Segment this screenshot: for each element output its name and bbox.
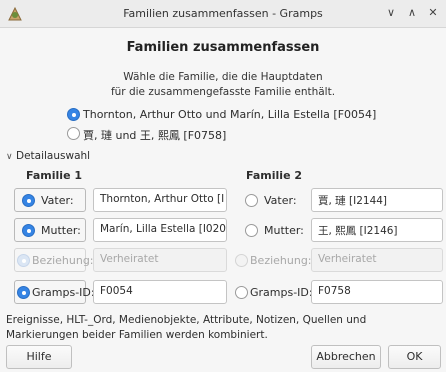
mother-1-label: Mutter:	[41, 224, 81, 237]
gramps-id-2-radio[interactable]	[235, 286, 248, 299]
gramps-id-2-label: Gramps-ID:	[250, 286, 313, 299]
close-icon[interactable]: ✕	[425, 5, 441, 21]
window-title: Familien zusammenfassen - Gramps	[123, 7, 323, 20]
title-bar[interactable]: Familien zusammenfassen - Gramps ∨ ∧ ✕	[0, 0, 446, 28]
maximize-icon[interactable]: ∧	[404, 5, 420, 21]
father-2-radio[interactable]	[245, 194, 258, 207]
dialog-heading: Familien zusammenfassen	[126, 40, 320, 55]
relation-1-radio	[17, 254, 30, 267]
relation-2-toggle: Beziehung:	[234, 248, 312, 272]
mother-1-field[interactable]: Marín, Lilla Estella [I0202	[93, 218, 227, 242]
mother-1-toggle[interactable]: Mutter:	[14, 218, 86, 242]
family-1-header: Familie 1	[26, 169, 83, 182]
gramps-id-1-label: Gramps-ID:	[32, 286, 95, 299]
chevron-down-icon: ∨	[6, 152, 13, 162]
details-expander-label: Detailauswahl	[16, 150, 91, 162]
relation-1-toggle: Beziehung:	[14, 248, 94, 272]
primary-family-1-radio[interactable]	[67, 108, 80, 121]
merge-families-dialog: Familien zusammenfassen - Gramps ∨ ∧ ✕ F…	[0, 0, 446, 372]
father-1-field[interactable]: Thornton, Arthur Otto [I	[93, 188, 227, 212]
minimize-icon[interactable]: ∨	[383, 5, 399, 21]
relation-2-radio	[235, 254, 248, 267]
relation-2-field: Verheiratet	[311, 248, 443, 272]
gramps-id-2-field[interactable]: F0758	[311, 280, 443, 304]
mother-2-toggle[interactable]: Mutter:	[234, 218, 306, 242]
father-2-toggle[interactable]: Vater:	[234, 188, 306, 212]
help-button[interactable]: Hilfe	[6, 345, 72, 369]
mother-2-radio[interactable]	[245, 224, 258, 237]
mother-1-radio[interactable]	[22, 224, 35, 237]
relation-2-label: Beziehung:	[250, 254, 312, 267]
gramps-id-1-radio[interactable]	[17, 286, 30, 299]
intro-line-2: für die zusammengefasste Familie enthält…	[110, 86, 336, 98]
father-1-radio[interactable]	[22, 194, 35, 207]
primary-family-1-label[interactable]: Thornton, Arthur Otto und Marín, Lilla E…	[83, 108, 376, 121]
father-2-label: Vater:	[264, 194, 297, 207]
gramps-id-1-field[interactable]: F0054	[93, 280, 227, 304]
father-1-toggle[interactable]: Vater:	[14, 188, 86, 212]
gramps-id-2-toggle[interactable]: Gramps-ID:	[234, 280, 313, 304]
merge-note: Ereignisse, HLT-_Ord, Medienobjekte, Att…	[6, 314, 367, 341]
relation-1-label: Beziehung:	[32, 254, 94, 267]
gramps-id-1-toggle[interactable]: Gramps-ID:	[14, 280, 95, 304]
primary-family-2-label[interactable]: 賈, 璉 und 王, 熙鳳 [F0758]	[83, 127, 226, 143]
mother-2-field[interactable]: 王, 熙鳳 [I2146]	[311, 218, 443, 242]
cancel-button[interactable]: Abbrechen	[311, 345, 381, 369]
mother-2-label: Mutter:	[264, 224, 304, 237]
family-2-header: Familie 2	[246, 169, 303, 182]
intro-line-1: Wähle die Familie, die die Hauptdaten	[123, 71, 323, 83]
relation-1-field: Verheiratet	[93, 248, 227, 272]
ok-button[interactable]: OK	[388, 345, 441, 369]
primary-family-2-radio[interactable]	[67, 127, 80, 140]
details-expander[interactable]: ∨ Detailauswahl	[6, 150, 90, 162]
father-1-label: Vater:	[41, 194, 74, 207]
father-2-field[interactable]: 賈, 璉 [I2144]	[311, 188, 443, 212]
